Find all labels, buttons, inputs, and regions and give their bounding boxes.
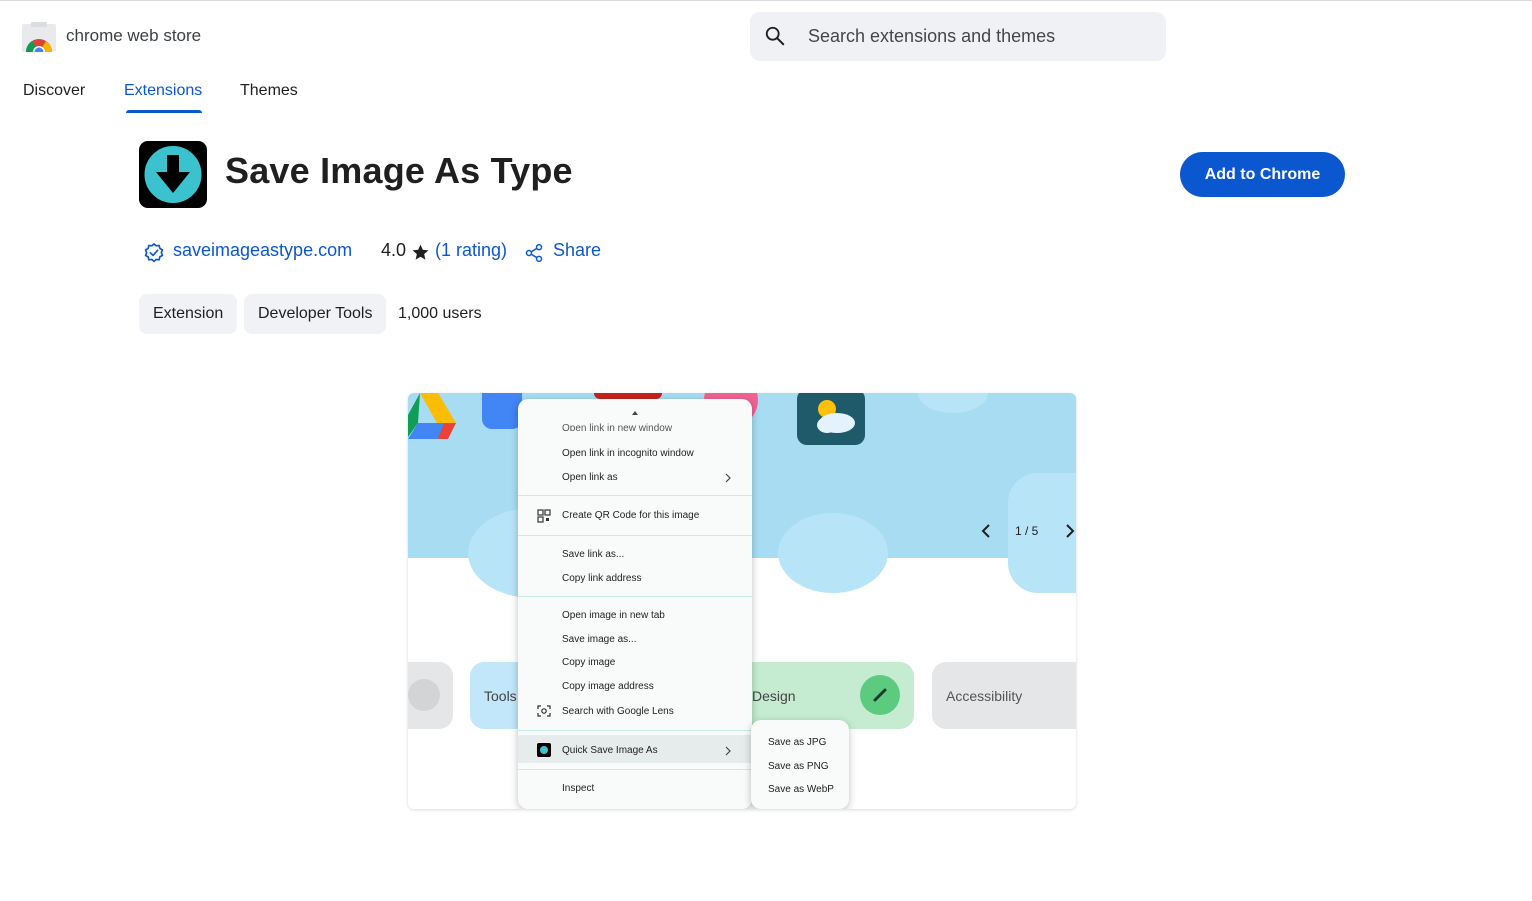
menu-item-inspect[interactable]: Inspect: [562, 783, 594, 794]
submenu-save-png[interactable]: Save as PNG: [768, 761, 829, 772]
film-icon: [408, 679, 440, 711]
share-icon[interactable]: [524, 243, 544, 263]
menu-item-create-qr[interactable]: Create QR Code for this image: [562, 510, 699, 521]
chevron-left-icon[interactable]: [980, 523, 994, 539]
menu-item-open-image[interactable]: Open image in new tab: [562, 610, 665, 621]
category-accessibility-label: Accessibility: [946, 687, 1023, 704]
star-icon: [412, 244, 429, 260]
menu-item-copy-link[interactable]: Copy link address: [562, 573, 641, 584]
rating-value: 4.0: [381, 240, 407, 260]
screenshot-carousel[interactable]: 1 / 5 Tools Design Accessibility Open li…: [408, 393, 1076, 809]
add-to-chrome-button[interactable]: Add to Chrome: [1180, 152, 1345, 197]
carousel-page-indicator: 1 / 5: [1015, 524, 1039, 538]
menu-item-open-incognito[interactable]: Open link in incognito window: [562, 448, 694, 459]
chip-extension[interactable]: Extension: [139, 294, 238, 334]
google-lens-icon: [537, 705, 551, 717]
verified-badge-icon: [144, 243, 164, 263]
active-tab-indicator: [126, 110, 202, 113]
download-arrow-icon: [141, 143, 205, 206]
submenu-save-webp[interactable]: Save as WebP: [768, 784, 834, 795]
menu-item-open-link-as[interactable]: Open link as: [562, 472, 618, 483]
context-menu: Open link in new window Open link in inc…: [518, 399, 752, 809]
submenu-arrow-icon: [725, 746, 731, 756]
category-card-design: Design: [738, 662, 914, 729]
tab-discover[interactable]: Discover: [23, 82, 85, 100]
quick-save-submenu: Save as JPG Save as PNG Save as WebP: [751, 720, 849, 809]
tab-themes[interactable]: Themes: [240, 82, 298, 100]
google-app-icon: [482, 393, 522, 429]
search-icon: [765, 26, 785, 46]
rating-close-paren: ): [501, 240, 508, 260]
rating-count-link[interactable]: (1 rating): [435, 240, 507, 261]
scroll-up-icon: [632, 411, 638, 415]
share-button[interactable]: Share: [553, 240, 601, 261]
pencil-icon: [860, 675, 900, 715]
google-drive-icon: [408, 393, 456, 439]
brand-name[interactable]: chrome web store: [66, 26, 201, 46]
extension-title: Save Image As Type: [225, 150, 573, 191]
category-card-accessibility: Accessibility: [932, 662, 1076, 729]
user-count: 1,000 users: [398, 305, 482, 322]
menu-item-quick-save[interactable]: Quick Save Image As: [562, 745, 658, 756]
developer-website-link[interactable]: saveimageastype.com: [173, 240, 352, 261]
submenu-arrow-icon: [725, 473, 731, 483]
category-tools-label: Tools: [484, 687, 517, 704]
search-input[interactable]: Search extensions and themes: [808, 26, 1055, 47]
chip-developer-tools[interactable]: Developer Tools: [244, 294, 387, 334]
chevron-right-icon[interactable]: [1062, 523, 1076, 539]
rating-count-text[interactable]: 1 rating: [441, 240, 501, 260]
category-card-partial: [408, 662, 453, 729]
chrome-web-store-logo[interactable]: [22, 22, 56, 52]
menu-item-copy-image-address[interactable]: Copy image address: [562, 681, 654, 692]
menu-item-open-new-window[interactable]: Open link in new window: [562, 423, 672, 431]
extension-icon: [139, 141, 207, 208]
search-box[interactable]: Search extensions and themes: [750, 12, 1166, 61]
quick-save-extension-icon: [537, 743, 551, 757]
weather-app-icon: [797, 393, 865, 445]
menu-item-google-lens[interactable]: Search with Google Lens: [562, 706, 674, 717]
menu-item-save-image[interactable]: Save image as...: [562, 634, 636, 645]
menu-item-save-link[interactable]: Save link as...: [562, 549, 624, 560]
top-border: [0, 0, 1532, 1]
submenu-save-jpg[interactable]: Save as JPG: [768, 737, 826, 748]
menu-item-copy-image[interactable]: Copy image: [562, 657, 615, 668]
category-design-label: Design: [752, 687, 796, 704]
tab-extensions[interactable]: Extensions: [124, 82, 202, 100]
qr-code-icon: [537, 509, 551, 523]
